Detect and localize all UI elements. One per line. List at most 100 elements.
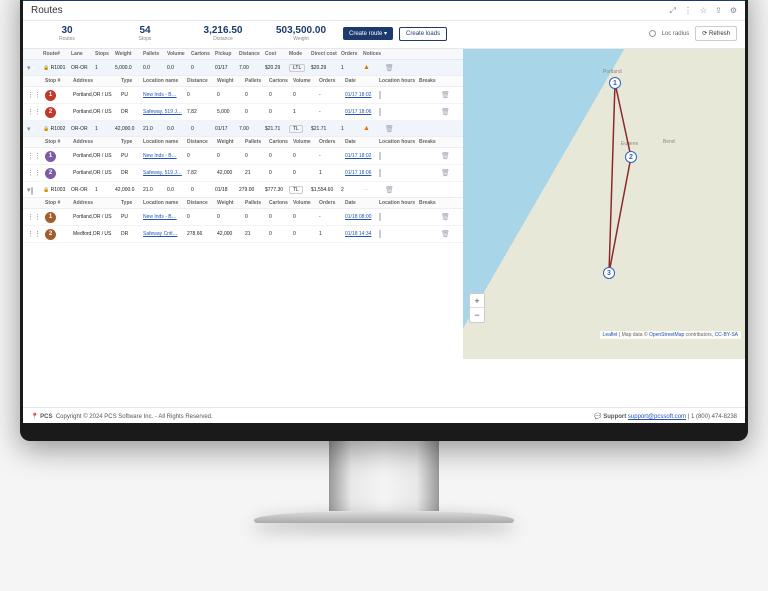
date-link[interactable]: 01/17 18:02 — [345, 92, 379, 98]
map-pin[interactable]: 1 — [609, 77, 621, 89]
stop-row[interactable]: ⋮⋮1Portland,OR / USPUNew Inds - B…00000-… — [23, 209, 463, 226]
col-header[interactable]: Mode — [289, 51, 311, 57]
expand-icon[interactable]: ⤢ — [670, 6, 676, 16]
hours-bar — [379, 152, 381, 160]
routes-header: Route#LaneStopsWeightPalletsVolumeCarton… — [23, 49, 463, 60]
trash-icon[interactable]: 🗑 — [441, 108, 457, 116]
subhead: Routes ⤢ ⋮ ☆ ⇪ ⚙ — [23, 1, 745, 21]
date-link[interactable]: 01/18 08:00 — [345, 214, 379, 220]
kebab-icon[interactable]: ⋮ — [684, 6, 692, 16]
stop-row[interactable]: ⋮⋮1Portland,OR / USPUNew Inds - B…00000-… — [23, 87, 463, 104]
loc-radius-radio[interactable] — [649, 30, 656, 37]
stop-badge: 1 — [45, 90, 56, 101]
chevron-down-icon[interactable]: ▾ — [27, 126, 31, 133]
route-id: 🔒 R1003 — [43, 187, 71, 193]
star-icon[interactable]: ☆ — [700, 6, 707, 16]
trash-icon[interactable]: 🗑 — [441, 213, 457, 221]
stops-header: Stop #AddressTypeLocation nameDistanceWe… — [23, 198, 463, 209]
trash-icon[interactable]: 🗑 — [441, 152, 457, 160]
chevron-down-icon[interactable]: ▾ — [27, 187, 31, 194]
col-header[interactable]: Volume — [167, 51, 191, 57]
copyright: Copyright © 2024 PCS Software Inc. - All… — [56, 414, 213, 420]
stop-badge: 1 — [45, 151, 56, 162]
map-pin[interactable]: 3 — [603, 267, 615, 279]
col-header[interactable]: Stops — [95, 51, 115, 57]
location-link[interactable]: Safeway, 519 J… — [143, 109, 187, 115]
location-link[interactable]: Safeway, 519 J… — [143, 170, 187, 176]
col-header[interactable]: Pickup — [215, 51, 239, 57]
warning-icon: ▲ — [363, 125, 370, 132]
stop-row[interactable]: ⋮⋮2Portland,OR / USDRSafeway, 519 J…7.82… — [23, 165, 463, 182]
stop-badge: 2 — [45, 107, 56, 118]
location-link[interactable]: New Inds - B… — [143, 92, 187, 98]
zoom-out-button[interactable]: − — [470, 308, 484, 322]
trash-icon[interactable]: 🗑 — [441, 169, 457, 177]
route-checkbox[interactable] — [31, 187, 33, 195]
location-link[interactable]: New Inds - B… — [143, 153, 187, 159]
map-pin[interactable]: 2 — [625, 151, 637, 163]
routes-table: Route#LaneStopsWeightPalletsVolumeCarton… — [23, 49, 463, 359]
date-link[interactable]: 01/17 18:06 — [345, 109, 379, 115]
more-icon[interactable]: ⋯ — [363, 187, 369, 193]
drag-icon[interactable]: ⋮⋮ — [27, 213, 45, 221]
hours-bar — [379, 230, 381, 238]
metric-distance: 3,216.50Distance — [187, 25, 259, 42]
create-route-button[interactable]: Create route ▾ — [343, 27, 393, 40]
col-header[interactable]: Route# — [43, 51, 71, 57]
route-row[interactable]: ▾🔒 R1002OR-OR142,000.021.00.0001/177.00$… — [23, 121, 463, 137]
page-title: Routes — [31, 5, 63, 16]
brand-pin-icon: 📍 — [31, 413, 38, 420]
stop-row[interactable]: ⋮⋮1Portland,OR / USPUNew Inds - B…00000-… — [23, 148, 463, 165]
route-row[interactable]: ▾🔒 R1001OR-OR15,000.00.00.0001/177.00$20… — [23, 60, 463, 76]
share-icon[interactable]: ⇪ — [715, 6, 722, 16]
drag-icon[interactable]: ⋮⋮ — [27, 152, 45, 160]
stop-row[interactable]: ⋮⋮2Portland,OR / USDRSafeway, 519 J…7.82… — [23, 104, 463, 121]
location-link[interactable]: New Inds - B… — [143, 214, 187, 220]
hours-bar — [379, 213, 381, 221]
col-header[interactable]: Direct cost — [311, 51, 341, 57]
hours-bar — [379, 169, 381, 177]
route-path — [463, 49, 745, 359]
refresh-button[interactable]: ⟳ Refresh — [695, 26, 737, 41]
stop-badge: 2 — [45, 168, 56, 179]
stop-row[interactable]: ⋮⋮2Medford,OR / USDRSafeway Cntl…278.664… — [23, 226, 463, 243]
drag-icon[interactable]: ⋮⋮ — [27, 169, 45, 177]
drag-icon[interactable]: ⋮⋮ — [27, 108, 45, 116]
col-header[interactable]: Cartons — [191, 51, 215, 57]
location-link[interactable]: Safeway Cntl… — [143, 231, 187, 237]
metrics-bar: 30Routes 54Stops 3,216.50Distance 503,50… — [23, 21, 745, 49]
settings-icon[interactable]: ⚙ — [730, 6, 737, 16]
col-header[interactable]: Pallets — [143, 51, 167, 57]
zoom-in-button[interactable]: + — [470, 294, 484, 308]
col-header[interactable]: Cost — [265, 51, 289, 57]
date-link[interactable]: 01/17 18:06 — [345, 170, 379, 176]
metric-stops: 54Stops — [109, 25, 181, 42]
route-row[interactable]: ▾🔒 R1003OR-OR142,000.021.00.0001/18279.0… — [23, 182, 463, 198]
route-id: 🔒 R1002 — [43, 126, 71, 132]
col-header[interactable]: Distance — [239, 51, 265, 57]
trash-icon[interactable]: 🗑 — [441, 91, 457, 99]
chevron-down-icon[interactable]: ▾ — [27, 65, 31, 72]
create-loads-button[interactable]: Create loads — [399, 27, 447, 41]
stops-header: Stop #AddressTypeLocation nameDistanceWe… — [23, 76, 463, 87]
date-link[interactable]: 01/17 18:02 — [345, 153, 379, 159]
date-link[interactable]: 01/18 14:34 — [345, 231, 379, 237]
stops-header: Stop #AddressTypeLocation nameDistanceWe… — [23, 137, 463, 148]
drag-icon[interactable]: ⋮⋮ — [27, 230, 45, 238]
support-label: Support — [603, 414, 626, 420]
col-header[interactable]: Weight — [115, 51, 143, 57]
trash-icon[interactable]: 🗑 — [441, 230, 457, 238]
loc-radius-label: Loc radius — [662, 31, 690, 37]
support-email[interactable]: support@pcssoft.com — [628, 414, 686, 420]
col-header[interactable]: Lane — [71, 51, 95, 57]
map-attribution: Leaflet | Map data © OpenStreetMap contr… — [600, 331, 741, 339]
trash-icon[interactable]: 🗑 — [385, 186, 399, 194]
trash-icon[interactable]: 🗑 — [385, 125, 399, 133]
drag-icon[interactable]: ⋮⋮ — [27, 91, 45, 99]
col-header[interactable]: Orders — [341, 51, 363, 57]
hours-bar — [379, 91, 381, 99]
map[interactable]: Portland Eugene Bend 123 + − Leaflet | M… — [463, 49, 745, 359]
route-id: 🔒 R1001 — [43, 65, 71, 71]
col-header[interactable]: Notices — [363, 51, 385, 57]
trash-icon[interactable]: 🗑 — [385, 64, 399, 72]
